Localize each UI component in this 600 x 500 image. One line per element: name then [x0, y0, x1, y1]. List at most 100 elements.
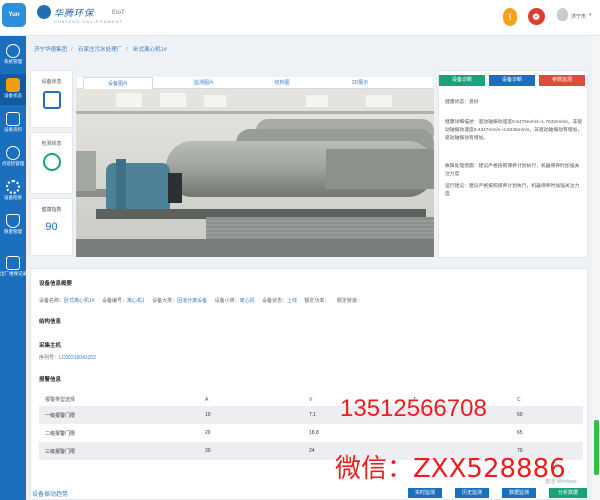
- analysis-data-button[interactable]: 分析数据: [549, 488, 587, 498]
- field-value: 离心机: [239, 298, 255, 304]
- sidebar-item-device-docs[interactable]: 设备资料: [0, 108, 26, 139]
- collector-title: 采集主机: [39, 343, 62, 349]
- table-header: 报警类型选择: [39, 393, 199, 406]
- brand-name: 华腾环保: [54, 9, 95, 19]
- sidebar-item-label: 隐患管理: [4, 229, 22, 234]
- monitor-status-title: 检测状态: [41, 141, 62, 147]
- breadcrumb-separator: /: [126, 47, 128, 53]
- table-row: 一级报警门限 10 7.1 60: [39, 406, 583, 424]
- realtime-monitor-button[interactable]: 实时监测: [408, 488, 442, 498]
- field-value: 卧式离心机1#: [64, 298, 95, 304]
- sidebar-item-device-status[interactable]: 设备状态: [0, 74, 26, 105]
- sidebar-item-label: 设备资料: [4, 127, 22, 132]
- tab-3d[interactable]: 3D展示: [325, 77, 395, 89]
- table-cell: 20: [199, 424, 303, 442]
- gear-icon: [6, 180, 20, 194]
- scrollbar-thumb[interactable]: [594, 420, 599, 475]
- structure-title: 结构信息: [39, 319, 62, 325]
- alarm-icon[interactable]: !: [503, 8, 517, 26]
- tab-device-image[interactable]: 设备图片: [83, 77, 153, 89]
- tab-device-diagnosis[interactable]: 设备诊断: [439, 75, 485, 86]
- field-label: 额定转速：: [336, 298, 362, 304]
- tab-parameter-monitor[interactable]: 参数监测: [539, 75, 585, 86]
- fault-suggestion: 故障处理措施：建议严格按照保养计划执行，机器保养时加强关注力度: [445, 164, 580, 177]
- brand-subtitle: HUATENG ENVIRONMENT: [54, 19, 123, 24]
- field-label: 额定功率：: [304, 298, 330, 304]
- edit-icon: [6, 256, 20, 270]
- health-description: 健康详细描述：驱动轴振动速度8.5479mm/s~1.7632mm/s，非驱动轴…: [445, 120, 583, 141]
- breadcrumb-plant[interactable]: 石家庄污水处理厂: [78, 47, 122, 53]
- breadcrumb-device[interactable]: 卧式离心机1#: [133, 47, 167, 53]
- health-index-value: 90: [45, 221, 58, 233]
- top-bar: Yun Cloud 华腾环保 HUATENG ENVIRONMENT EIoT …: [0, 0, 600, 42]
- table-header-row: 报警类型选择 A V T C: [39, 393, 583, 406]
- org-chart-icon: [6, 44, 20, 58]
- cloud-logo-icon[interactable]: Yun Cloud: [2, 3, 26, 42]
- device-status-title: 设备状态: [41, 79, 62, 85]
- shield-icon: [6, 214, 20, 228]
- health-index-card: 健康指数 90: [30, 198, 73, 256]
- serial-row: 序列号：LC00216041202: [39, 354, 96, 361]
- sidebar-item-hazard[interactable]: 隐患管理: [0, 210, 26, 241]
- table-cell: 10: [199, 406, 303, 424]
- avatar[interactable]: [557, 8, 568, 21]
- table-cell: 二级报警门限: [39, 424, 199, 442]
- table-cell: 一级报警门限: [39, 406, 199, 424]
- field-label: 设备小类：: [214, 298, 240, 304]
- field-label: 设备状态：: [262, 298, 288, 304]
- user-name[interactable]: 济宁市: [571, 13, 586, 20]
- overlay-wechat-text: 微信：ZXX528886: [335, 454, 566, 484]
- refresh-icon: [6, 146, 20, 160]
- history-monitor-button[interactable]: 历史监测: [455, 488, 489, 498]
- monitor-status-card: 检测状态: [30, 132, 73, 194]
- sidebar-item-factory-records[interactable]: 出厂维保记录: [0, 252, 27, 283]
- info-fields: 设备名称：卧式离心机1# 设备编号：离心机1 设备大类：固液分离设备 设备小类：…: [39, 297, 368, 304]
- tab-structure[interactable]: 结构图: [247, 77, 317, 89]
- sidebar-item-inspection[interactable]: 点巡检管理: [0, 142, 26, 173]
- table-cell: [407, 424, 511, 442]
- table-header: C: [511, 393, 583, 406]
- breadcrumb-separator: /: [71, 47, 73, 53]
- field-value: 离心机1: [126, 298, 145, 304]
- sidebar-item-label: 系统管理: [4, 59, 22, 64]
- field-value: 固液分离设备: [177, 298, 208, 304]
- info-title: 设备信息概要: [39, 281, 73, 287]
- field-label: 设备大类：: [152, 298, 178, 304]
- data-monitor-button[interactable]: 数据监测: [502, 488, 536, 498]
- sidebar-item-label: 设备检修: [4, 195, 22, 200]
- table-cell: 18.8: [303, 424, 407, 442]
- breadcrumb: 济宁华德集团 / 石家庄污水处理厂 / 卧式离心机1#: [34, 45, 171, 53]
- overlay-phone-text: 13512566708: [340, 395, 487, 422]
- serial-label: 序列号：: [39, 355, 60, 361]
- centrifuge-illustration: [76, 89, 434, 257]
- serial-value: LC00216041202: [59, 355, 96, 361]
- table-cell: 60: [511, 406, 583, 424]
- tab-device-diagnosis-alt[interactable]: 设备诊断: [489, 75, 535, 86]
- sidebar-item-system[interactable]: 系统管理: [0, 40, 26, 71]
- sidebar-item-maintenance[interactable]: 设备检修: [0, 176, 26, 207]
- sidebar-item-label: 点巡检管理: [1, 161, 25, 166]
- table-cell: 65: [511, 424, 583, 442]
- image-tabs: 设备图片 监测图片 结构图 3D展示: [77, 77, 433, 89]
- field-label: 设备名称：: [39, 298, 65, 304]
- table-cell: 三级报警门限: [39, 442, 199, 460]
- tab-monitor-image[interactable]: 监测图片: [169, 77, 239, 89]
- vibration-trend-title: 设备振动趋势: [32, 492, 69, 498]
- monitor-icon: [6, 78, 20, 92]
- table-row: 二级报警门限 20 18.8 65: [39, 424, 583, 442]
- sidebar-item-label: 设备状态: [4, 93, 22, 98]
- brand-logo-icon: [37, 5, 51, 19]
- clock-icon[interactable]: ⏰: [528, 8, 545, 25]
- device-status-card: 设备状态: [30, 70, 73, 128]
- device-photo: [76, 89, 434, 257]
- monitor-icon: [42, 91, 61, 109]
- alarm-title: 报警信息: [39, 377, 62, 383]
- health-index-title: 健康指数: [41, 207, 62, 213]
- field-value: 上线: [287, 298, 298, 304]
- health-status: 健康状态：良好: [445, 100, 479, 105]
- document-icon: [6, 112, 20, 126]
- diagnosis-panel: 设备诊断 设备诊断 参数监测 健康状态：良好 健康详细描述：驱动轴振动速度8.5…: [438, 70, 588, 258]
- breadcrumb-group[interactable]: 济宁华德集团: [34, 47, 67, 53]
- chevron-down-icon[interactable]: ▾: [589, 12, 592, 18]
- operation-suggestion: 运行建议：建议严格按照保养计划执行，机器保养时加强关注力度: [445, 184, 580, 197]
